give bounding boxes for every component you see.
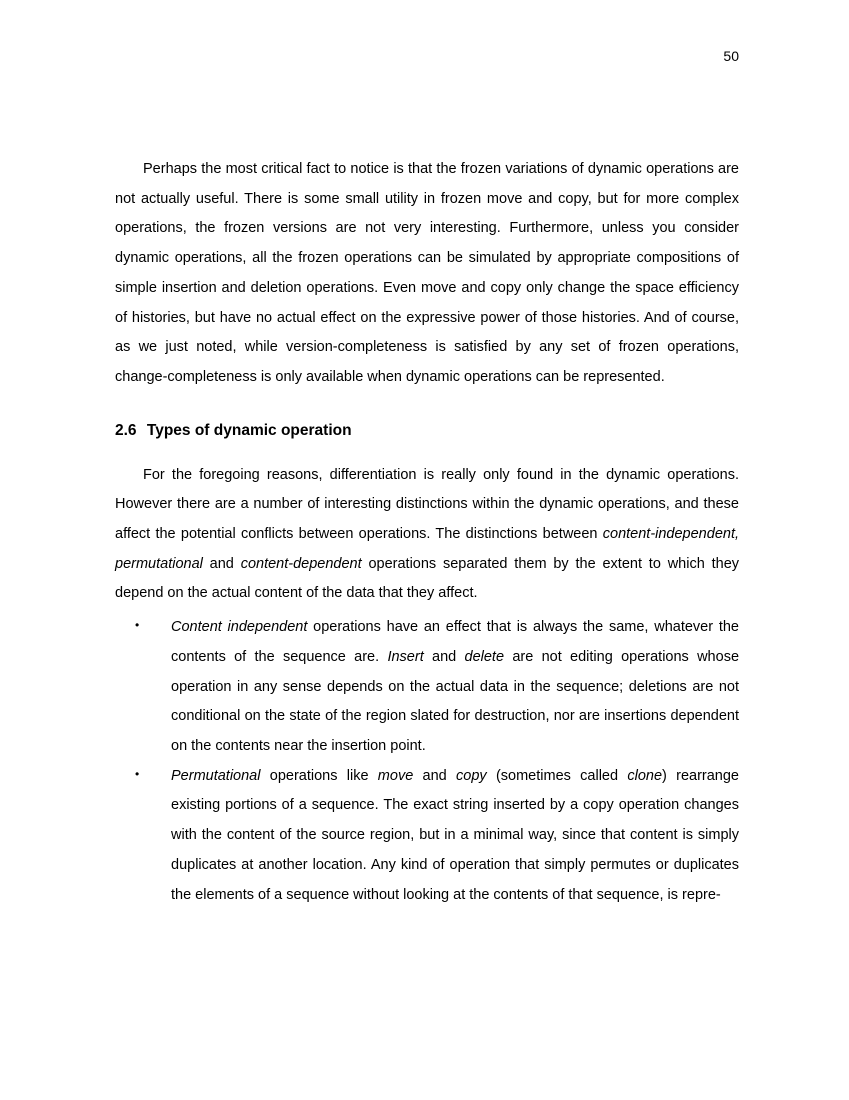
text: and bbox=[203, 556, 241, 572]
text: operations like bbox=[260, 768, 377, 784]
text: ) rearrange existing portions of a seque… bbox=[171, 768, 739, 903]
page-content: Perhaps the most critical fact to notice… bbox=[115, 155, 739, 910]
italic-text: copy bbox=[456, 768, 487, 784]
italic-text: content-dependent bbox=[241, 556, 362, 572]
paragraph-2: For the foregoing reasons, differentiati… bbox=[115, 461, 739, 610]
list-item: Permutational operations like move and c… bbox=[115, 762, 739, 911]
section-title: Types of dynamic operation bbox=[147, 422, 352, 439]
paragraph-1: Perhaps the most critical fact to notice… bbox=[115, 155, 739, 393]
page: 50 Perhaps the most critical fact to not… bbox=[0, 0, 849, 910]
list-item: Content independent operations have an e… bbox=[115, 613, 739, 762]
italic-text: Content independent bbox=[171, 619, 307, 635]
text: and bbox=[424, 649, 465, 665]
italic-text: Insert bbox=[387, 649, 423, 665]
italic-text: clone bbox=[627, 768, 662, 784]
italic-text: move bbox=[378, 768, 413, 784]
text: and bbox=[413, 768, 456, 784]
bullet-list: Content independent operations have an e… bbox=[115, 613, 739, 910]
page-number: 50 bbox=[723, 42, 739, 71]
italic-text: delete bbox=[465, 649, 505, 665]
section-heading: 2.6 Types of dynamic operation bbox=[115, 415, 739, 447]
section-number: 2.6 bbox=[115, 422, 137, 439]
italic-text: Permutational bbox=[171, 768, 260, 784]
text: (sometimes called bbox=[487, 768, 628, 784]
